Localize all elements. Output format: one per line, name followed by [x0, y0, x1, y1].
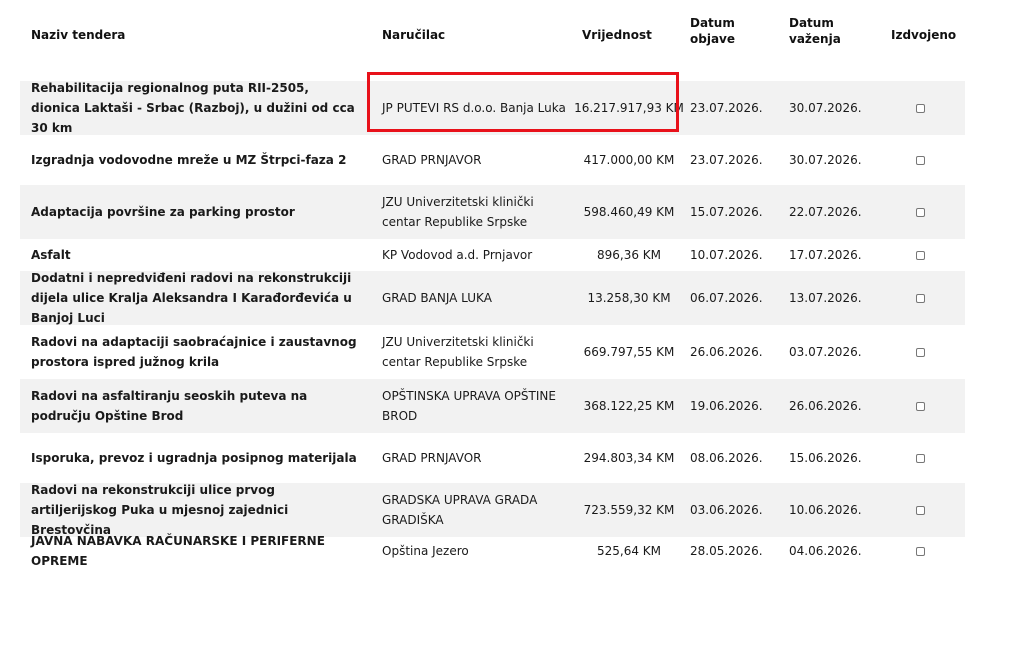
header-name: Naziv tendera: [31, 28, 126, 42]
tender-value: 16.217.917,93 KM: [574, 101, 684, 115]
featured-cell: [890, 483, 950, 537]
featured-cell: [890, 239, 950, 271]
tender-name[interactable]: JAVNA NABAVKA RAČUNARSKE I PERIFERNE OPR…: [31, 534, 361, 568]
tender-expires: 30.07.2026.: [789, 101, 862, 115]
featured-checkbox[interactable]: [915, 250, 925, 260]
tender-value: 294.803,34 KM: [583, 451, 675, 465]
tender-name[interactable]: Adaptacija površine za parking prostor: [31, 185, 361, 239]
tender-buyer: JZU Univerzitetski klinički centar Repub…: [382, 335, 534, 369]
tender-name[interactable]: Radovi na rekonstrukciji ulice prvog art…: [31, 483, 361, 537]
featured-cell: [890, 81, 950, 135]
tender-buyer: JZU Univerzitetski klinički centar Repub…: [382, 195, 534, 229]
featured-cell: [890, 185, 950, 239]
tender-value: 368.122,25 KM: [583, 399, 675, 413]
table-row[interactable]: Rehabilitacija regionalnog puta RII-2505…: [20, 81, 965, 135]
header-published: Datum objave: [690, 16, 736, 46]
header-expires: Datum važenja: [789, 16, 841, 46]
tender-name[interactable]: Radovi na adaptaciji saobraćajnice i zau…: [31, 325, 361, 379]
tender-name[interactable]: Isporuka, prevoz i ugradnja posipnog mat…: [31, 433, 361, 483]
tender-expires: 17.07.2026.: [789, 248, 862, 262]
featured-checkbox[interactable]: [915, 505, 925, 515]
tender-name[interactable]: Izgradnja vodovodne mreže u MZ Štrpci-fa…: [31, 135, 361, 185]
tender-expires: 04.06.2026.: [789, 544, 862, 558]
tender-expires: 26.06.2026.: [789, 399, 862, 413]
featured-checkbox[interactable]: [915, 155, 925, 165]
tender-published: 23.07.2026.: [690, 153, 763, 167]
tender-published: 23.07.2026.: [690, 101, 763, 115]
table-row[interactable]: JAVNA NABAVKA RAČUNARSKE I PERIFERNE OPR…: [20, 534, 965, 568]
featured-checkbox[interactable]: [915, 293, 925, 303]
featured-cell: [890, 135, 950, 185]
tender-expires: 10.06.2026.: [789, 503, 862, 517]
featured-checkbox[interactable]: [915, 347, 925, 357]
tender-expires: 22.07.2026.: [789, 205, 862, 219]
table-row[interactable]: Radovi na rekonstrukciji ulice prvog art…: [20, 483, 965, 537]
tender-buyer: KP Vodovod a.d. Prnjavor: [382, 248, 533, 262]
tender-published: 08.06.2026.: [690, 451, 763, 465]
tender-value: 598.460,49 KM: [583, 205, 675, 219]
tender-buyer: GRAD PRNJAVOR: [382, 153, 482, 167]
table-row[interactable]: Radovi na asfaltiranju seoskih puteva na…: [20, 379, 965, 433]
featured-cell: [890, 271, 950, 325]
tender-published: 19.06.2026.: [690, 399, 763, 413]
featured-checkbox[interactable]: [915, 546, 925, 556]
table-row[interactable]: Dodatni i nepredviđeni radovi na rekonst…: [20, 271, 965, 325]
tender-expires: 13.07.2026.: [789, 291, 862, 305]
table-row[interactable]: Adaptacija površine za parking prostor JZ…: [20, 185, 965, 239]
tender-value: 525,64 KM: [596, 544, 662, 558]
tender-name[interactable]: Rehabilitacija regionalnog puta RII-2505…: [31, 81, 361, 135]
featured-cell: [890, 537, 950, 565]
table-row[interactable]: Radovi na adaptaciji saobraćajnice i zau…: [20, 325, 965, 379]
tender-buyer: OPŠTINSKA UPRAVA OPŠTINE BROD: [382, 389, 556, 423]
header-buyer: Naručilac: [382, 28, 446, 42]
table-header: Naziv tendera Naručilac Vrijednost Datum…: [20, 0, 965, 80]
tender-published: 26.06.2026.: [690, 345, 763, 359]
tender-expires: 15.06.2026.: [789, 451, 862, 465]
tender-published: 06.07.2026.: [690, 291, 763, 305]
tender-value: 669.797,55 KM: [583, 345, 675, 359]
featured-checkbox[interactable]: [915, 401, 925, 411]
tender-published: 15.07.2026.: [690, 205, 763, 219]
tender-value: 13.258,30 KM: [587, 291, 671, 305]
table-row[interactable]: Isporuka, prevoz i ugradnja posipnog mat…: [20, 433, 965, 483]
featured-cell: [890, 325, 950, 379]
featured-checkbox[interactable]: [915, 453, 925, 463]
featured-checkbox[interactable]: [915, 207, 925, 217]
tender-value: 723.559,32 KM: [583, 503, 675, 517]
tender-published: 03.06.2026.: [690, 503, 763, 517]
featured-cell: [890, 379, 950, 433]
table-row[interactable]: Izgradnja vodovodne mreže u MZ Štrpci-fa…: [20, 135, 965, 185]
tender-buyer: GRADSKA UPRAVA GRADA GRADIŠKA: [382, 493, 538, 527]
tender-expires: 30.07.2026.: [789, 153, 862, 167]
tender-published: 10.07.2026.: [690, 248, 763, 262]
tender-buyer: GRAD PRNJAVOR: [382, 451, 482, 465]
tender-name[interactable]: Radovi na asfaltiranju seoskih puteva na…: [31, 379, 361, 433]
tender-name[interactable]: Dodatni i nepredviđeni radovi na rekonst…: [31, 271, 361, 325]
tender-buyer: JP PUTEVI RS d.o.o. Banja Luka: [382, 101, 566, 115]
tender-buyer: GRAD BANJA LUKA: [382, 291, 492, 305]
tender-value: 896,36 KM: [596, 248, 662, 262]
featured-checkbox[interactable]: [915, 103, 925, 113]
tender-value: 417.000,00 KM: [583, 153, 675, 167]
featured-cell: [890, 433, 950, 483]
tender-expires: 03.07.2026.: [789, 345, 862, 359]
tender-name[interactable]: Asfalt: [31, 239, 361, 271]
table-row[interactable]: Asfalt KP Vodovod a.d. Prnjavor 896,36 KM 1…: [20, 239, 965, 271]
tender-published: 28.05.2026.: [690, 544, 763, 558]
tender-buyer: Opština Jezero: [382, 544, 469, 558]
header-featured: Izdvojeno: [891, 28, 957, 42]
header-value: Vrijednost: [582, 28, 652, 42]
